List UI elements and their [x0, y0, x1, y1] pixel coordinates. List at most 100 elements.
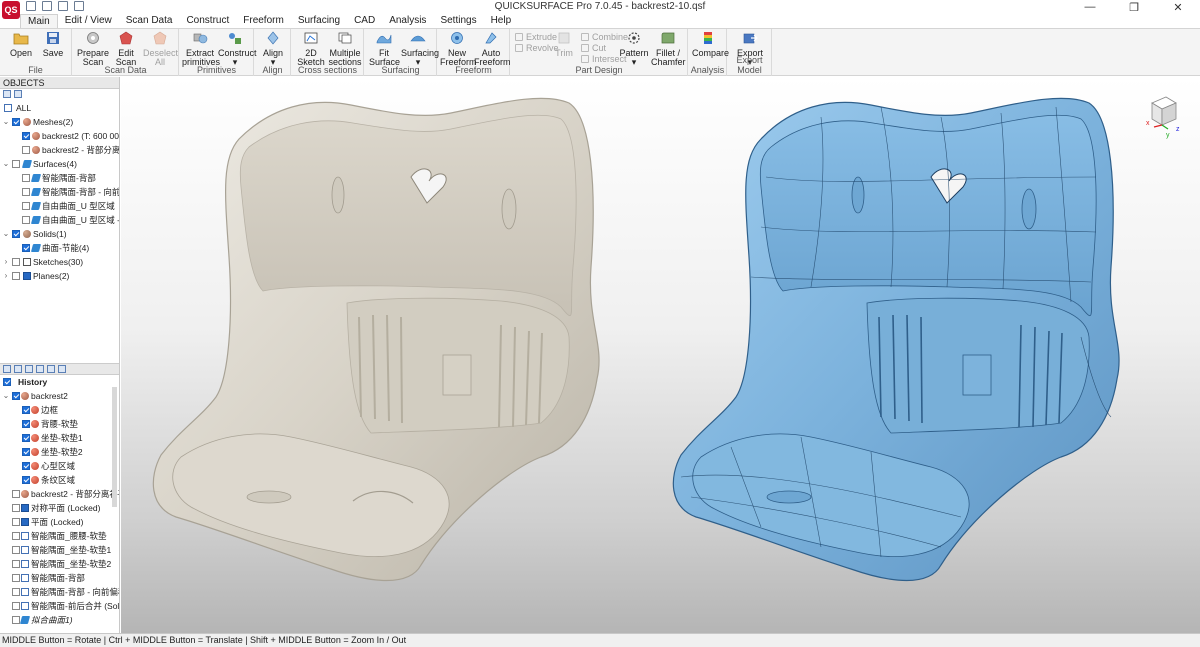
multiple-sections-button[interactable]: Multiple sections — [328, 31, 362, 67]
new-freeform-button[interactable]: New Freeform — [440, 31, 477, 67]
history-item[interactable]: 智能隅面-背部 — [0, 571, 119, 585]
construct-button[interactable]: Construct ▾ — [218, 31, 257, 67]
edit-scan-button[interactable]: Edit Scan — [111, 31, 141, 67]
filter-icon[interactable] — [14, 90, 22, 98]
tree-row-meshes[interactable]: ⌄ Meshes(2) — [0, 115, 119, 129]
surface-seat-model[interactable] — [672, 97, 1120, 581]
extrude-button[interactable]: Extrude — [515, 32, 557, 42]
tab-settings[interactable]: Settings — [433, 14, 483, 28]
tree-row-surface-item[interactable]: 智能隅面-背部 - 向前偏移 — [0, 185, 119, 199]
tree-row-solids[interactable]: ⌄ Solids(1) — [0, 227, 119, 241]
tree-row-surface-item[interactable]: 自由曲面_U 型区域 - 向下 — [0, 213, 119, 227]
align-button[interactable]: Align ▾ — [258, 31, 288, 67]
tab-cad[interactable]: CAD — [347, 14, 382, 28]
open-button[interactable]: Open — [8, 31, 34, 58]
rewind-icon[interactable] — [36, 365, 44, 373]
history-scrollbar[interactable] — [112, 387, 117, 507]
save-button[interactable]: Save — [40, 31, 66, 58]
visibility-checkbox[interactable] — [3, 378, 11, 386]
visibility-checkbox[interactable] — [22, 406, 30, 414]
visibility-checkbox[interactable] — [22, 434, 30, 442]
tree-row-surface-item[interactable]: 自由曲面_U 型区域 — [0, 199, 119, 213]
visibility-checkbox[interactable] — [22, 146, 30, 154]
visibility-checkbox[interactable] — [12, 272, 20, 280]
collapse-icon[interactable]: ⌄ — [2, 115, 10, 129]
collapse-icon[interactable]: ⌄ — [2, 157, 10, 171]
fit-surface-button[interactable]: Fit Surface — [369, 31, 400, 67]
compare-button[interactable]: Compare — [692, 31, 729, 58]
step-back-icon[interactable] — [47, 365, 55, 373]
history-item[interactable]: 平面 (Locked) — [0, 515, 119, 529]
extract-primitives-button[interactable]: Extract primitives — [182, 31, 220, 67]
history-filter-icon[interactable] — [25, 365, 33, 373]
visibility-checkbox[interactable] — [12, 392, 20, 400]
tree-row-surface-item[interactable]: 智能隅面-背部 — [0, 171, 119, 185]
tab-scan-data[interactable]: Scan Data — [119, 14, 180, 28]
visibility-checkbox[interactable] — [22, 420, 30, 428]
visibility-checkbox[interactable] — [22, 476, 30, 484]
trim-button[interactable]: Trim — [553, 31, 575, 58]
history-item[interactable]: 边框 — [0, 403, 119, 417]
expand-icon[interactable]: › — [2, 255, 10, 269]
history-root[interactable]: History — [0, 375, 119, 389]
visibility-checkbox[interactable] — [12, 504, 20, 512]
tab-surfacing[interactable]: Surfacing — [291, 14, 347, 28]
tab-help[interactable]: Help — [484, 14, 519, 28]
visibility-checkbox[interactable] — [22, 244, 30, 252]
surfacing-button[interactable]: Surfacing ▾ — [401, 31, 439, 67]
tree-view-icon[interactable] — [14, 365, 22, 373]
visibility-checkbox[interactable] — [22, 174, 30, 182]
mesh-seat-model[interactable] — [152, 97, 600, 581]
view-cube-icon[interactable]: x y z — [1142, 93, 1182, 139]
visibility-checkbox[interactable] — [22, 448, 30, 456]
history-item[interactable]: 拟合曲面1) — [0, 613, 119, 627]
list-view-icon[interactable] — [3, 365, 11, 373]
3d-viewport[interactable]: x y z — [121, 77, 1200, 633]
history-item[interactable]: 坐垫-软垫1 — [0, 431, 119, 445]
tab-main[interactable]: Main — [20, 14, 58, 28]
auto-freeform-button[interactable]: Auto Freeform — [474, 31, 511, 67]
visibility-checkbox[interactable] — [12, 160, 20, 168]
history-item[interactable]: 条纹区域 — [0, 473, 119, 487]
visibility-checkbox[interactable] — [12, 490, 20, 498]
fillet-chamfer-button[interactable]: Fillet / Chamfer — [651, 31, 686, 67]
history-item[interactable]: 坐垫-软垫2 — [0, 445, 119, 459]
maximize-button[interactable]: ❐ — [1112, 0, 1156, 14]
tab-freeform[interactable]: Freeform — [236, 14, 291, 28]
history-item[interactable]: 智能隅面_腰腰-软垫 — [0, 529, 119, 543]
model-canvas[interactable] — [121, 77, 1200, 633]
tree-row-solid-item[interactable]: 曲面-节能(4) — [0, 241, 119, 255]
history-item[interactable]: 智能隅面_坐垫-软垫2 — [0, 557, 119, 571]
history-item[interactable]: 对称平面 (Locked) — [0, 501, 119, 515]
visibility-checkbox[interactable] — [12, 560, 20, 568]
visibility-checkbox[interactable] — [22, 132, 30, 140]
minimize-button[interactable]: — — [1068, 0, 1112, 14]
visibility-checkbox[interactable] — [12, 518, 20, 526]
history-item[interactable]: 智能隅面-背部 - 向前偏移 — [0, 585, 119, 599]
visibility-checkbox[interactable] — [12, 230, 20, 238]
tree-row-sketches[interactable]: › Sketches(30) — [0, 255, 119, 269]
tree-row-mesh-item[interactable]: backrest2 - 背部分离补孔 — [0, 143, 119, 157]
visibility-checkbox[interactable] — [12, 532, 20, 540]
history-item[interactable]: 智能隅面-前后合并 (Solid — [0, 599, 119, 613]
collapse-icon[interactable]: ⌄ — [2, 227, 10, 241]
history-item[interactable]: 背腰-软垫 — [0, 417, 119, 431]
tab-edit-view[interactable]: Edit / View — [58, 14, 119, 28]
step-forward-icon[interactable] — [58, 365, 66, 373]
visibility-checkbox[interactable] — [12, 588, 20, 596]
deselect-all-button[interactable]: Deselect All — [143, 31, 178, 67]
history-item[interactable]: ⌄ backrest2 — [0, 389, 119, 403]
tab-analysis[interactable]: Analysis — [382, 14, 433, 28]
tree-row-all[interactable]: ALL — [0, 101, 119, 115]
history-item[interactable]: 智能隅面_坐垫-软垫1 — [0, 543, 119, 557]
visibility-checkbox[interactable] — [22, 216, 30, 224]
collapse-icon[interactable]: ⌄ — [2, 389, 10, 403]
2d-sketch-button[interactable]: 2D Sketch — [296, 31, 326, 67]
visibility-checkbox[interactable] — [12, 258, 20, 266]
tree-row-mesh-item[interactable]: backrest2 (T: 600 000) — [0, 129, 119, 143]
expand-icon[interactable]: › — [2, 269, 10, 283]
close-button[interactable]: ✕ — [1156, 0, 1200, 14]
cut-button[interactable]: Cut — [581, 43, 606, 53]
expand-all-icon[interactable] — [3, 90, 11, 98]
tab-construct[interactable]: Construct — [179, 14, 236, 28]
